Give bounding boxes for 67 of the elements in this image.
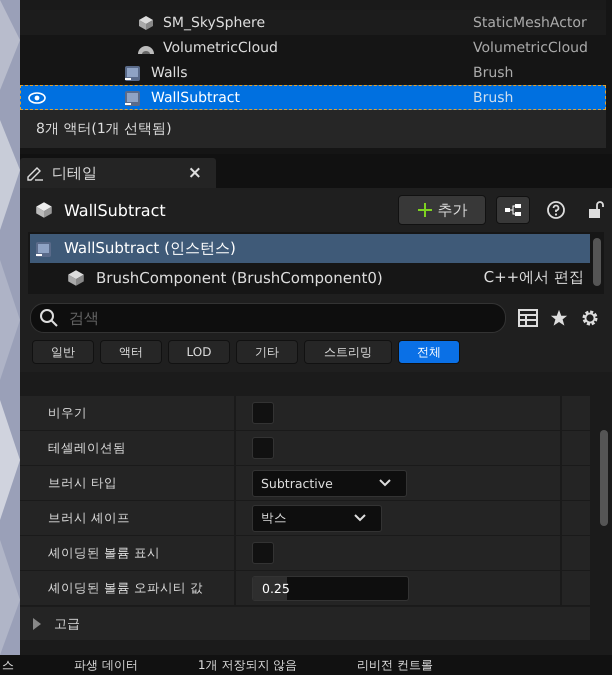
dropdown[interactable]: 박스 bbox=[252, 504, 382, 532]
cube-icon bbox=[66, 268, 86, 288]
settings-icon[interactable] bbox=[580, 308, 600, 328]
scrollbar-thumb[interactable] bbox=[593, 238, 601, 286]
actor-type: Brush bbox=[473, 90, 514, 106]
plus-icon bbox=[416, 202, 432, 218]
pencil-icon bbox=[26, 165, 44, 181]
dome-icon bbox=[137, 46, 155, 55]
tab-label: 디테일 bbox=[52, 164, 97, 182]
dropdown[interactable]: Subtractive bbox=[252, 470, 407, 496]
status-item[interactable]: 스 bbox=[2, 656, 14, 674]
property-label: 비우기 bbox=[48, 404, 87, 422]
add-button[interactable]: 추가 bbox=[398, 195, 486, 225]
chevron-down-icon bbox=[353, 513, 367, 523]
property-label: 브러시 셰이프 bbox=[48, 510, 130, 526]
section-label: 고급 bbox=[54, 616, 80, 632]
chevron-down-icon bbox=[378, 478, 392, 488]
property-label: 셰이딩된 볼륨 오파시티 값 bbox=[48, 580, 203, 596]
outliner-row[interactable]: WallSubtract Brush bbox=[20, 85, 606, 110]
actor-count: 8개 액터(1개 선택됨) bbox=[36, 120, 172, 138]
actor-name: VolumetricCloud bbox=[163, 40, 279, 56]
component-row[interactable]: WallSubtract (인스턴스) bbox=[30, 234, 590, 263]
outliner-row[interactable]: Walls Brush bbox=[20, 60, 606, 85]
table-icon[interactable] bbox=[518, 309, 538, 327]
actor-name: Walls bbox=[151, 64, 189, 80]
checkbox[interactable] bbox=[252, 437, 274, 459]
checkbox[interactable] bbox=[252, 402, 274, 424]
component-row[interactable]: BrushComponent (BrushComponent0) C++에서 편집 bbox=[30, 263, 590, 292]
filter-button[interactable]: LOD bbox=[168, 340, 230, 364]
filter-button[interactable]: 전체 bbox=[398, 340, 460, 364]
help-icon[interactable] bbox=[546, 200, 566, 220]
search-field[interactable]: 검색 bbox=[30, 303, 506, 333]
actor-type: StaticMeshActor bbox=[473, 14, 588, 30]
component-name: BrushComponent (BrushComponent0) bbox=[96, 268, 384, 286]
hierarchy-button[interactable] bbox=[496, 196, 530, 224]
star-icon[interactable] bbox=[550, 309, 568, 327]
cube-icon bbox=[34, 200, 54, 220]
filter-button[interactable]: 스트리밍 bbox=[304, 340, 392, 364]
filter-button[interactable]: 일반 bbox=[32, 340, 94, 364]
unlocked-padlock-icon[interactable] bbox=[588, 200, 606, 220]
property-label: 셰이딩된 볼륨 표시 bbox=[48, 544, 160, 562]
checkbox[interactable] bbox=[252, 542, 274, 564]
actor-name: SM_SkySphere bbox=[163, 14, 266, 30]
actor-title: WallSubtract bbox=[64, 200, 167, 220]
scrollbar-thumb[interactable] bbox=[600, 430, 608, 526]
component-name: WallSubtract (인스턴스) bbox=[64, 239, 237, 258]
details-tab[interactable]: 디테일 × bbox=[20, 158, 216, 188]
status-item[interactable]: 1개 저장되지 않음 bbox=[198, 656, 298, 674]
property-label: 테셀레이션됨 bbox=[48, 440, 126, 456]
eye-icon[interactable] bbox=[28, 92, 46, 104]
actor-type: Brush bbox=[473, 64, 514, 80]
status-item[interactable]: 파생 데이터 bbox=[74, 656, 138, 674]
number-field[interactable]: 0.25 bbox=[252, 576, 409, 600]
filter-button[interactable]: 기타 bbox=[236, 340, 298, 364]
status-item[interactable]: 리비전 컨트롤 bbox=[357, 656, 433, 674]
filter-button[interactable]: 액터 bbox=[100, 340, 162, 364]
actor-name: WallSubtract bbox=[151, 90, 241, 106]
hierarchy-icon bbox=[504, 203, 522, 217]
expand-arrow-icon bbox=[32, 618, 42, 630]
actor-type: VolumetricCloud bbox=[473, 40, 589, 56]
outliner-row[interactable]: VolumetricCloud VolumetricCloud bbox=[20, 35, 606, 60]
search-icon bbox=[39, 308, 59, 328]
section-header[interactable]: 고급 bbox=[20, 607, 590, 640]
close-button[interactable]: × bbox=[188, 163, 202, 183]
cube-icon bbox=[137, 14, 155, 32]
edit-in-cpp-link[interactable]: C++에서 편집 bbox=[484, 268, 584, 287]
property-label: 브러시 타입 bbox=[48, 474, 117, 492]
